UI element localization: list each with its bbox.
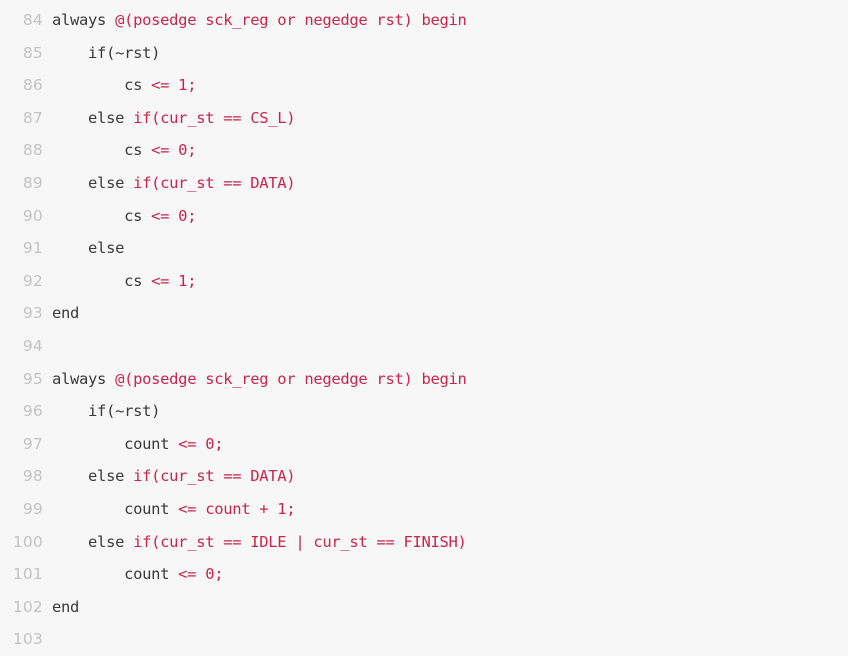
line-number: 84: [22, 11, 43, 29]
code-line[interactable]: 101 count <= 0;: [0, 558, 848, 591]
code-token-plain: if(~rst): [52, 43, 161, 62]
code-line[interactable]: 85 if(~rst): [0, 37, 848, 70]
code-line[interactable]: 87 else if(cur_st == CS_L): [0, 102, 848, 135]
line-number: 91: [22, 239, 43, 258]
code-line[interactable]: 102 end: [0, 591, 848, 624]
code-line[interactable]: 84 always @(posedge sck_reg or negedge rs…: [0, 4, 848, 37]
code-token-plain: end: [52, 304, 80, 323]
code-token-highlighted: @(posedge sck_reg or negedge rst) begin: [115, 11, 467, 29]
line-content[interactable]: count <= 0;: [52, 558, 223, 591]
code-viewer[interactable]: 84 always @(posedge sck_reg or negedge rs…: [0, 0, 848, 652]
line-content[interactable]: cs <= 1;: [52, 69, 196, 102]
line-number: 101: [12, 565, 43, 584]
line-content[interactable]: else if(cur_st == DATA): [52, 460, 296, 493]
code-token-plain: else: [52, 239, 125, 258]
code-token-highlighted: <= 0;: [151, 141, 197, 160]
line-number: 102: [12, 597, 43, 616]
line-number: 90: [22, 206, 43, 225]
code-token-plain: count: [52, 434, 179, 453]
code-token-highlighted: <= count + 1;: [178, 499, 296, 518]
code-token-highlighted: if(cur_st == DATA): [133, 173, 296, 192]
code-token-highlighted: <= 0;: [151, 206, 197, 225]
code-token-highlighted: <= 1;: [151, 271, 197, 290]
line-content[interactable]: count <= 0;: [52, 428, 223, 461]
line-content[interactable]: always @(posedge sck_reg or negedge rst)…: [52, 363, 467, 396]
code-line[interactable]: 89 else if(cur_st == DATA): [0, 167, 848, 200]
code-line[interactable]: 86 cs <= 1;: [0, 69, 848, 102]
line-number: 94: [22, 336, 43, 355]
code-token-plain: cs: [52, 206, 152, 225]
code-line[interactable]: 97 count <= 0;: [0, 428, 848, 461]
line-content[interactable]: count <= count + 1;: [52, 493, 296, 526]
code-token-plain: else: [52, 467, 134, 486]
line-content[interactable]: else if(cur_st == IDLE | cur_st == FINIS…: [52, 526, 467, 559]
line-number: 87: [22, 108, 43, 127]
code-token-plain: end: [52, 597, 80, 616]
code-line[interactable]: 91 else: [0, 232, 848, 265]
code-token-highlighted: @(posedge sck_reg or negedge rst) begin: [115, 369, 467, 388]
line-number: 88: [22, 141, 43, 160]
line-number: 97: [22, 434, 43, 453]
code-token-highlighted: <= 0;: [178, 565, 224, 584]
line-content[interactable]: cs <= 0;: [52, 134, 196, 167]
line-number: 99: [22, 499, 43, 518]
code-token-highlighted: if(cur_st == IDLE | cur_st == FINISH): [133, 532, 467, 551]
line-content[interactable]: end: [52, 297, 79, 330]
code-line[interactable]: 95 always @(posedge sck_reg or negedge rs…: [0, 363, 848, 396]
code-line[interactable]: 93 end: [0, 297, 848, 330]
line-number: 85: [22, 43, 43, 62]
line-number: 98: [22, 467, 43, 486]
code-token-plain: if(~rst): [52, 402, 161, 421]
code-line[interactable]: 92 cs <= 1;: [0, 265, 848, 298]
code-token-highlighted: if(cur_st == CS_L): [133, 108, 296, 127]
line-number: 96: [22, 402, 43, 421]
code-token-highlighted: <= 0;: [178, 434, 224, 453]
line-number: 92: [22, 271, 43, 290]
code-token-highlighted: <= 1;: [151, 76, 197, 95]
line-number: 89: [22, 173, 43, 192]
code-token-plain: count: [52, 565, 179, 584]
code-token-plain: else: [52, 173, 134, 192]
line-number: 86: [22, 76, 43, 95]
line-number: 100: [12, 532, 43, 551]
line-content[interactable]: if(~rst): [52, 37, 160, 70]
code-line[interactable]: 103: [0, 623, 848, 656]
line-content[interactable]: always @(posedge sck_reg or negedge rst)…: [52, 4, 467, 37]
code-token-plain: cs: [52, 76, 152, 95]
line-content[interactable]: else if(cur_st == DATA): [52, 167, 296, 200]
line-content[interactable]: else: [52, 232, 124, 265]
code-line[interactable]: 100 else if(cur_st == IDLE | cur_st == F…: [0, 526, 848, 559]
code-token-plain: always: [52, 369, 116, 388]
code-token-plain: cs: [52, 141, 152, 160]
code-line[interactable]: 98 else if(cur_st == DATA): [0, 460, 848, 493]
line-number: 93: [22, 304, 43, 323]
code-line[interactable]: 88 cs <= 0;: [0, 134, 848, 167]
line-number: 103: [12, 630, 43, 649]
code-line[interactable]: 94: [0, 330, 848, 363]
code-token-plain: else: [52, 108, 134, 127]
code-line[interactable]: 96 if(~rst): [0, 395, 848, 428]
code-token-plain: count: [52, 499, 179, 518]
code-token-plain: always: [52, 11, 116, 29]
line-number: 95: [22, 369, 43, 388]
line-content[interactable]: cs <= 0;: [52, 200, 196, 233]
code-token-highlighted: if(cur_st == DATA): [133, 467, 296, 486]
line-content[interactable]: if(~rst): [52, 395, 160, 428]
code-token-plain: cs: [52, 271, 152, 290]
line-content[interactable]: cs <= 1;: [52, 265, 196, 298]
code-line[interactable]: 99 count <= count + 1;: [0, 493, 848, 526]
line-content[interactable]: end: [52, 591, 79, 624]
code-line[interactable]: 90 cs <= 0;: [0, 200, 848, 233]
code-token-plain: else: [52, 532, 134, 551]
line-content[interactable]: else if(cur_st == CS_L): [52, 102, 296, 135]
